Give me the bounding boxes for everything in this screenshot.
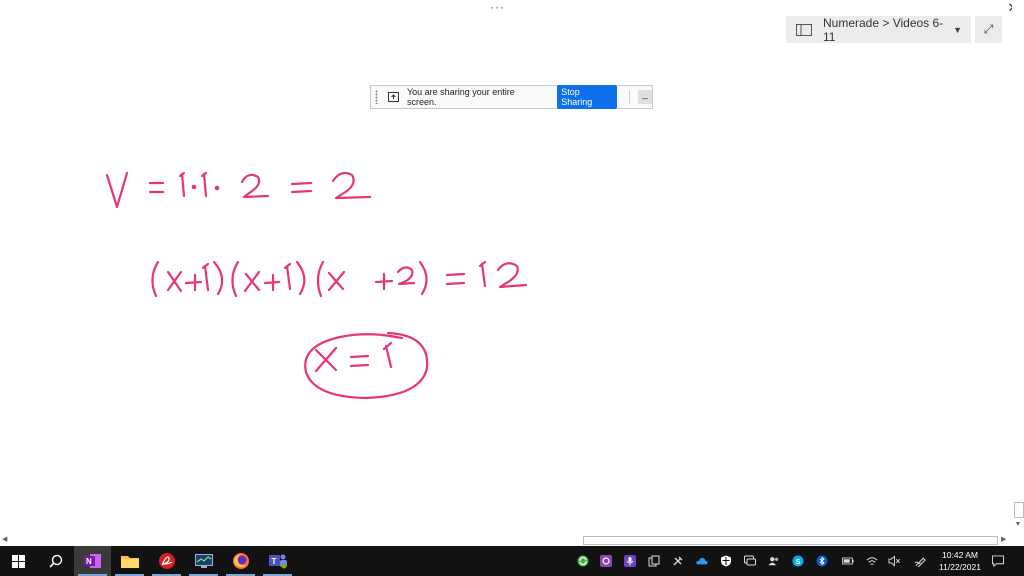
horizontal-scroll-thumb[interactable] xyxy=(583,536,998,545)
clock-date: 11/22/2021 xyxy=(939,562,981,572)
pen-workspace-icon[interactable] xyxy=(914,555,926,567)
onedrive-icon[interactable] xyxy=(696,555,708,567)
windows-start-icon[interactable] xyxy=(0,546,37,576)
system-clock[interactable]: 10:42 AM 11/22/2021 xyxy=(934,549,986,573)
scroll-left-icon[interactable]: ◀ xyxy=(2,535,7,543)
people-icon[interactable] xyxy=(768,555,780,567)
svg-text:T: T xyxy=(271,557,276,566)
task-manager-icon[interactable] xyxy=(185,546,222,576)
battery-icon[interactable] xyxy=(842,555,854,567)
scroll-down-icon[interactable]: ▼ xyxy=(1013,521,1023,531)
horizontal-scrollbar[interactable]: ◀ ▶ xyxy=(0,534,1012,546)
bluetooth-icon[interactable] xyxy=(816,555,828,567)
onenote-app-icon[interactable]: N xyxy=(74,546,111,576)
acrobat-icon[interactable] xyxy=(148,546,185,576)
screen-capture-icon[interactable] xyxy=(600,555,612,567)
sync-icon[interactable] xyxy=(577,555,589,567)
ink-line-equation xyxy=(151,260,528,298)
copy-icon[interactable] xyxy=(648,555,660,567)
security-shield-icon[interactable] xyxy=(720,555,732,567)
chat-icon[interactable] xyxy=(744,555,756,567)
speaker-muted-icon[interactable] xyxy=(888,555,900,567)
svg-text:S: S xyxy=(796,557,801,566)
tools-icon[interactable] xyxy=(672,555,684,567)
wifi-icon[interactable] xyxy=(866,555,878,567)
handwriting-canvas[interactable] xyxy=(0,0,1010,532)
file-explorer-icon[interactable] xyxy=(111,546,148,576)
search-icon[interactable] xyxy=(37,546,74,576)
ink-answer-circled xyxy=(304,331,429,400)
teams-icon[interactable]: T xyxy=(259,546,296,576)
vertical-scroll-thumb[interactable] xyxy=(1014,502,1024,518)
onenote-window: ··· ✕ Numerade > Videos 6-11 ▼ ⤢ You are… xyxy=(0,0,1024,546)
vertical-scrollbar[interactable]: ▼ xyxy=(1012,0,1024,534)
svg-text:N: N xyxy=(86,557,92,566)
microphone-icon[interactable] xyxy=(624,555,636,567)
notifications-icon[interactable] xyxy=(992,555,1004,567)
firefox-icon[interactable] xyxy=(222,546,259,576)
scroll-right-icon[interactable]: ▶ xyxy=(1001,535,1006,543)
ink-line-volume xyxy=(105,171,372,209)
clock-time: 10:42 AM xyxy=(942,550,978,560)
skype-icon[interactable]: S xyxy=(792,555,804,567)
windows-taskbar: N T S 10:42 AM 11/22/2021 xyxy=(0,546,1024,576)
